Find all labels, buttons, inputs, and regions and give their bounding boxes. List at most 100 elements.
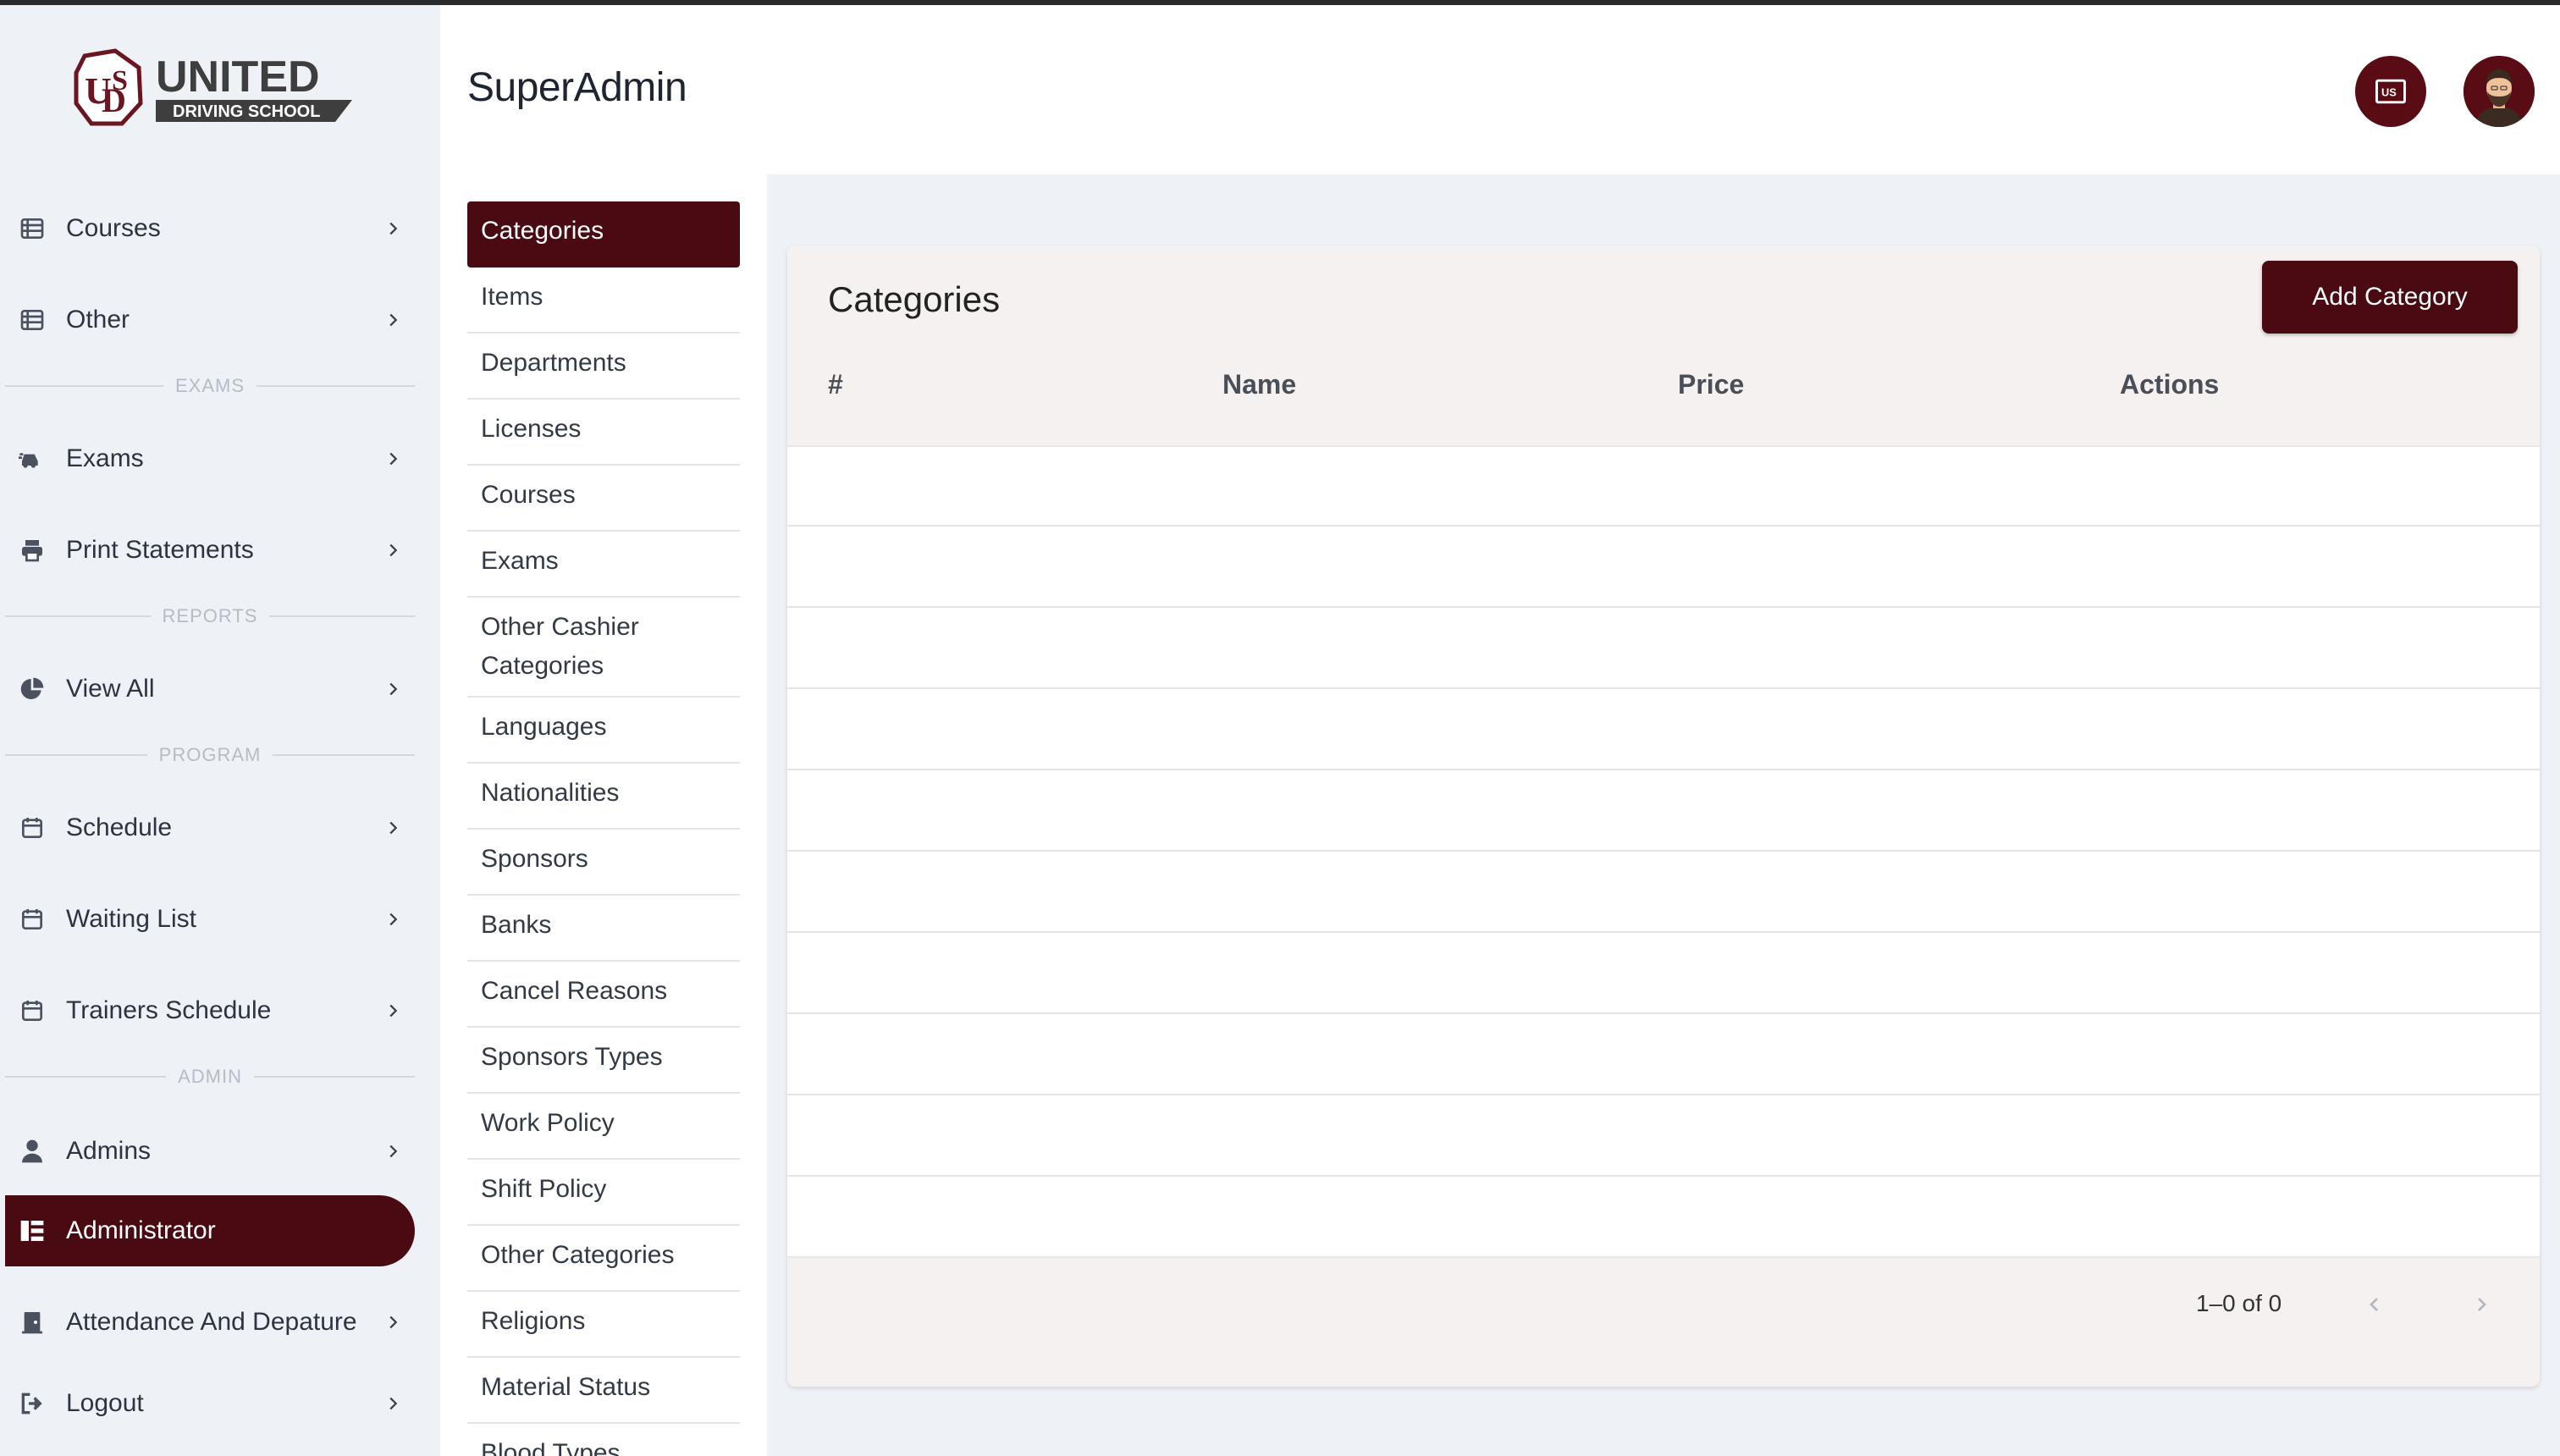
sidebar-item-trainers-schedule[interactable]: Trainers Schedule — [5, 975, 415, 1046]
chevron-right-icon — [376, 1305, 410, 1339]
sidebar-item-view-all[interactable]: View All — [5, 654, 415, 725]
svg-text:US: US — [2381, 86, 2397, 99]
chevron-right-icon — [376, 212, 410, 245]
sidebar-item-label: Admins — [66, 1137, 152, 1165]
sidebar-item-label: Waiting List — [66, 905, 196, 933]
chevron-right-icon — [376, 442, 410, 476]
language-button[interactable]: US — [2355, 56, 2426, 127]
table-row — [787, 527, 2540, 608]
column-header-index[interactable]: # — [828, 369, 843, 400]
chevron-right-icon — [376, 1134, 410, 1168]
sidebar-item-label: Schedule — [66, 813, 173, 841]
user-icon — [17, 1136, 47, 1166]
submenu-item-licenses[interactable]: Licenses — [467, 400, 740, 466]
submenu-item-banks[interactable]: Banks — [467, 896, 740, 962]
sidebar-item-admins[interactable]: Admins — [5, 1116, 415, 1187]
submenu-item-sponsors-types[interactable]: Sponsors Types — [467, 1028, 740, 1094]
chevron-right-icon — [376, 902, 410, 936]
column-header-name[interactable]: Name — [1222, 369, 1296, 400]
user-avatar-icon — [2463, 56, 2535, 127]
calendar-icon — [17, 995, 47, 1026]
chevron-right-icon — [376, 533, 410, 567]
section-label: ADMIN — [178, 1066, 242, 1087]
sidebar-item-label: Logout — [66, 1389, 144, 1417]
table-row — [787, 445, 2540, 527]
chevron-right-icon — [376, 994, 410, 1028]
table-row — [787, 770, 2540, 852]
table-icon — [17, 305, 47, 335]
user-avatar[interactable] — [2463, 56, 2535, 127]
section-divider-admin: ADMIN — [5, 1066, 416, 1087]
table-row — [787, 689, 2540, 770]
chevron-left-icon — [2370, 1298, 2378, 1311]
column-header-price[interactable]: Price — [1678, 369, 1744, 400]
table-row — [787, 852, 2540, 933]
sidebar-item-administrator[interactable]: Administrator — [5, 1195, 415, 1266]
printer-icon — [17, 535, 47, 565]
sidebar-item-print-statements[interactable]: Print Statements — [5, 515, 415, 586]
section-divider-reports: REPORTS — [5, 605, 416, 626]
sitemap-icon — [17, 1216, 47, 1246]
submenu-item-work-policy[interactable]: Work Policy — [467, 1094, 740, 1160]
sidebar-item-label: Attendance And Depature — [66, 1308, 357, 1336]
chevron-right-icon — [2478, 1298, 2486, 1311]
logo-text-sub: DRIVING SCHOOL — [173, 102, 320, 121]
administrator-submenu: Categories Items Departments Licenses Co… — [467, 201, 740, 1456]
sidebar-item-waiting-list[interactable]: Waiting List — [5, 884, 415, 955]
sidebar-item-schedule[interactable]: Schedule — [5, 792, 415, 863]
previous-page-button[interactable] — [2353, 1283, 2396, 1326]
card-title: Categories — [828, 279, 1001, 319]
table-row — [787, 1095, 2540, 1177]
calendar-icon — [17, 904, 47, 935]
submenu-item-items[interactable]: Items — [467, 267, 740, 334]
pagination-range: 1–0 of 0 — [2196, 1290, 2282, 1316]
sidebar-item-logout[interactable]: Logout — [5, 1368, 415, 1439]
submenu-item-nationalities[interactable]: Nationalities — [467, 764, 740, 830]
submenu-item-blood-types[interactable]: Blood Types — [467, 1424, 740, 1456]
door-icon — [17, 1307, 47, 1337]
add-category-button[interactable]: Add Category — [2262, 261, 2518, 334]
svg-text:S: S — [112, 65, 128, 97]
submenu-item-departments[interactable]: Departments — [467, 334, 740, 400]
language-flag-icon: US — [2375, 79, 2406, 104]
chevron-right-icon — [376, 1387, 410, 1420]
pie-chart-icon — [17, 674, 47, 704]
table-row — [787, 1014, 2540, 1095]
chevron-right-icon — [376, 672, 410, 706]
submenu-item-languages[interactable]: Languages — [467, 698, 740, 764]
logo-emblem-icon: U D S UNITED DRIVING SCHOOL — [74, 48, 352, 126]
brand-logo[interactable]: U D S UNITED DRIVING SCHOOL — [73, 47, 352, 129]
sidebar-item-label: Other — [66, 306, 130, 334]
submenu-item-categories[interactable]: Categories — [467, 201, 740, 267]
submenu-item-courses[interactable]: Courses — [467, 466, 740, 532]
submenu-item-exams[interactable]: Exams — [467, 532, 740, 598]
submenu-item-material-status[interactable]: Material Status — [467, 1358, 740, 1424]
table-row — [787, 933, 2540, 1014]
table-icon — [17, 213, 47, 244]
sidebar-item-attendance[interactable]: Attendance And Depature — [5, 1282, 415, 1363]
table-row — [787, 1177, 2540, 1258]
section-label: REPORTS — [162, 605, 258, 626]
submenu-item-religions[interactable]: Religions — [467, 1292, 740, 1358]
section-divider-program: PROGRAM — [5, 744, 415, 765]
next-page-button[interactable] — [2460, 1283, 2502, 1326]
sidebar: U D S UNITED DRIVING SCHOOL Courses Othe… — [0, 5, 440, 1456]
table-row — [787, 608, 2540, 689]
sidebar-item-label: View All — [66, 675, 155, 703]
sidebar-item-label: Administrator — [66, 1216, 216, 1244]
sidebar-item-label: Trainers Schedule — [66, 996, 272, 1024]
section-divider-exams: EXAMS — [5, 375, 415, 396]
submenu-item-sponsors[interactable]: Sponsors — [467, 830, 740, 896]
sidebar-item-exams[interactable]: Exams — [5, 423, 415, 494]
chevron-right-icon — [376, 811, 410, 845]
sidebar-item-other[interactable]: Other — [5, 284, 415, 356]
sidebar-item-courses[interactable]: Courses — [5, 193, 415, 264]
column-header-actions: Actions — [2120, 369, 2220, 400]
car-icon — [17, 444, 47, 474]
submenu-item-other-categories[interactable]: Other Categories — [467, 1226, 740, 1292]
chevron-right-icon — [376, 303, 410, 337]
submenu-item-cancel-reasons[interactable]: Cancel Reasons — [467, 962, 740, 1028]
submenu-item-shift-policy[interactable]: Shift Policy — [467, 1160, 740, 1226]
sidebar-item-label: Courses — [66, 214, 161, 242]
submenu-item-other-cashier-categories[interactable]: Other Cashier Categories — [467, 598, 740, 698]
